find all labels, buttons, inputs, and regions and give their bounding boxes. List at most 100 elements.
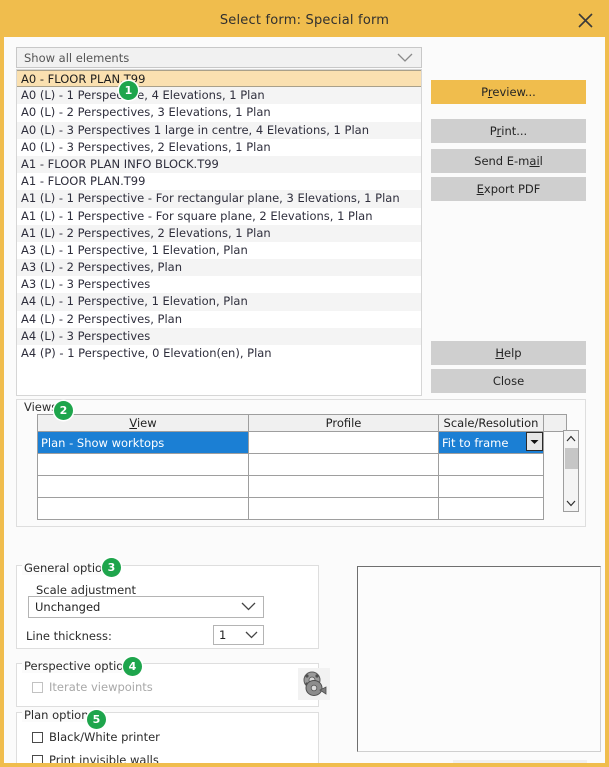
iterate-viewpoints-label: Iterate viewpoints [49,680,153,694]
views-cell-profile[interactable] [248,497,439,520]
list-item[interactable]: A3 (L) - 1 Perspective, 1 Elevation, Pla… [17,241,421,260]
send-email-button-label-pre: Send E-m [474,154,530,168]
dialog-titlebar: Select form: Special form [4,4,605,37]
list-item[interactable]: A0 (L) - 2 Perspectives, 3 Elevations, 1… [17,104,421,122]
table-row[interactable] [37,453,567,476]
views-group: View Profile Scale/Resolution Plan - Sho… [16,399,586,527]
step-badge-5: 5 [87,710,106,729]
views-cell-view[interactable] [37,453,249,476]
page-title: Select form: Special form [219,13,390,28]
views-cell-scale[interactable] [438,475,544,498]
checkbox-box [32,731,43,743]
close-button-label-pre: Close [492,374,525,388]
chevron-down-icon[interactable] [564,496,578,511]
preview-pane [357,566,601,752]
table-row[interactable] [37,475,567,498]
views-cell-view[interactable]: Plan - Show worktops [37,431,249,454]
list-item[interactable]: A1 - FLOOR PLAN.T99 [17,173,421,191]
views-table-header-row: View Profile Scale/Resolution [37,414,567,432]
camera-viewpoint-icon [298,668,330,700]
views-col-spacer [543,414,567,432]
help-button-label-post: elp [504,346,522,360]
chevron-down-icon [241,600,256,614]
help-button-accel: H [495,346,505,360]
chevron-down-icon[interactable] [526,432,543,451]
close-button[interactable]: Close [431,369,586,393]
views-col-scale[interactable]: Scale/Resolution [438,414,544,432]
views-table[interactable]: View Profile Scale/Resolution Plan - Sho… [37,414,567,520]
print-button-label-pre: P [489,124,497,138]
perspective-options-legend: Perspective options [22,659,139,673]
views-cell-scale[interactable] [438,497,544,520]
scale-adjustment-select[interactable]: Unchanged [28,596,264,618]
export-pdf-button-label-post: xport PDF [483,182,541,196]
chevron-up-icon[interactable] [564,431,578,446]
list-item[interactable]: A1 (L) - 1 Perspective - For rectangular… [17,190,421,208]
plan-options-legend: Plan options [22,708,97,722]
export-pdf-button[interactable]: Export PDF [431,177,586,201]
table-row[interactable] [37,497,567,520]
element-filter-value: Show all elements [24,50,130,65]
scrollbar-thumb[interactable] [565,448,578,469]
export-pdf-button-accel: E [476,182,484,196]
list-item[interactable]: A3 (L) - 3 Perspectives [17,276,421,294]
step-badge-4: 4 [123,657,142,676]
table-row[interactable]: Plan - Show worktops Fit to frame [37,431,567,454]
list-item[interactable]: A4 (L) - 2 Perspectives, Plan [17,310,421,328]
help-button[interactable]: Help [431,341,586,365]
list-item[interactable]: A3 (L) - 2 Perspectives, Plan [17,259,421,277]
chevron-down-icon [245,628,258,642]
preview-button[interactable]: Preview... [431,80,586,104]
close-icon[interactable] [571,6,599,34]
checkbox-box [32,754,43,763]
print-invisible-walls-checkbox[interactable]: Print invisible walls [32,753,159,767]
select-form-dialog: Select form: Special form Show all eleme… [0,0,609,767]
send-email-button[interactable]: Send E-mail [431,149,586,173]
send-email-button-accel: ai [529,154,540,168]
step-badge-2: 2 [54,401,73,420]
black-white-printer-label: Black/White printer [49,730,160,744]
list-item[interactable]: A0 (L) - 3 Perspectives 1 large in centr… [17,121,421,139]
list-item[interactable]: A1 (L) - 2 Perspectives, 2 Elevations, 1… [17,224,421,242]
print-button-label-post: int... [501,124,528,138]
print-invisible-walls-label: Print invisible walls [49,753,159,767]
preview-button-label-pre: P [481,85,488,99]
step-badge-3: 3 [102,558,121,577]
list-item[interactable]: A0 (L) - 1 Perspective, 4 Elevations, 1 … [17,87,421,105]
dialog-body: Show all elements A0 - FLOOR PLAN.T99 A0 … [4,37,605,763]
views-cell-view[interactable] [37,497,249,520]
list-item[interactable]: A4 (P) - 1 Perspective, 0 Elevation(en),… [17,345,421,363]
list-item[interactable]: A1 (L) - 1 Perspective - For square plan… [17,207,421,225]
scale-adjustment-label: Scale adjustment [36,583,137,597]
forms-list[interactable]: A0 - FLOOR PLAN.T99 A0 (L) - 1 Perspectiv… [16,69,422,396]
views-cell-scale[interactable] [438,453,544,476]
black-white-printer-checkbox[interactable]: Black/White printer [32,730,160,744]
line-thickness-select[interactable]: 1 [213,625,264,645]
views-cell-profile[interactable] [248,453,439,476]
views-scrollbar[interactable] [562,430,579,512]
print-button[interactable]: Print... [431,119,586,143]
scale-resolution-select[interactable]: Fit to frame [440,432,543,453]
views-cell-view[interactable] [37,475,249,498]
step-badge-1: 1 [119,81,138,100]
list-item[interactable]: A0 (L) - 3 Perspectives, 2 Elevations, 1… [17,138,421,156]
chevron-down-icon [397,52,413,66]
list-item[interactable]: A4 (L) - 3 Perspectives [17,327,421,345]
iterate-viewpoints-checkbox: Iterate viewpoints [32,680,153,694]
edit-profiles-button: Edit profiles... [453,760,587,763]
element-filter-select[interactable]: Show all elements [16,47,422,68]
line-thickness-label: Line thickness: [26,629,112,643]
send-email-button-label-post: l [539,154,543,168]
views-cell-scale[interactable]: Fit to frame [438,431,544,454]
preview-button-label-post: eview... [492,85,536,99]
list-item[interactable]: A4 (L) - 1 Perspective, 1 Elevation, Pla… [17,293,421,311]
checkbox-box [32,681,43,693]
line-thickness-value: 1 [219,628,227,642]
list-item[interactable]: A0 - FLOOR PLAN.T99 [17,70,421,88]
list-item[interactable]: A1 - FLOOR PLAN INFO BLOCK.T99 [17,155,421,174]
views-col-profile[interactable]: Profile [248,414,439,432]
scale-resolution-value: Fit to frame [442,435,509,450]
scale-adjustment-value: Unchanged [35,600,101,614]
views-cell-profile[interactable] [248,431,439,454]
views-cell-profile[interactable] [248,475,439,498]
